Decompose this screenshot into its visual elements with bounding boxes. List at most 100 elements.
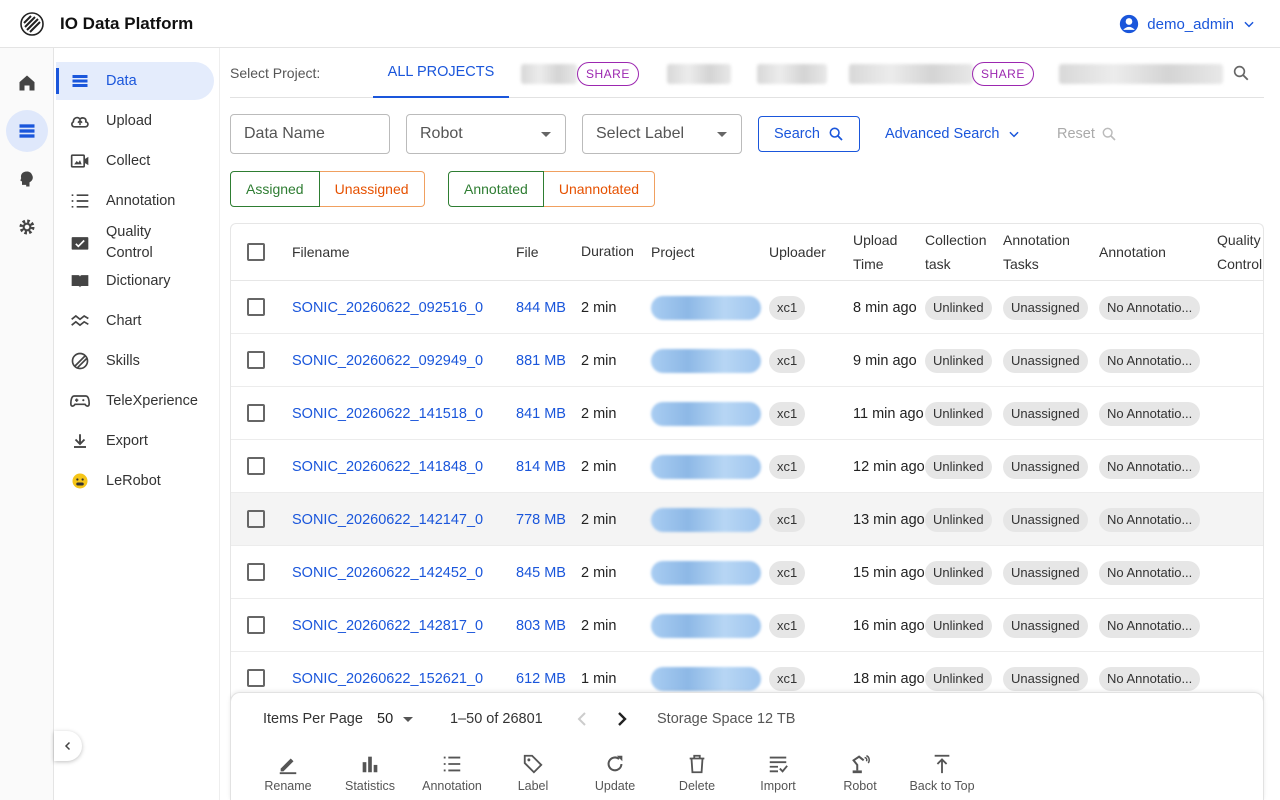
duration-cell: 2 min <box>581 299 617 316</box>
table-row[interactable]: SONIC_20260622_142147_0 778 MB 2 min xc1 13 … <box>231 493 1263 546</box>
col-filename[interactable]: Filename <box>292 240 350 264</box>
import-button[interactable]: Import <box>738 753 818 793</box>
sidebar-item-telexperience[interactable]: TeleXperience <box>56 382 214 420</box>
rail-ai[interactable] <box>6 158 48 200</box>
rail-settings[interactable] <box>6 206 48 248</box>
statistics-button[interactable]: Statistics <box>330 753 410 793</box>
col-quality-control[interactable]: Quality Control <box>1217 228 1262 276</box>
file-size-link[interactable]: 841 MB <box>516 387 566 440</box>
project-tab-redacted[interactable] <box>521 64 577 84</box>
tab-all-projects[interactable]: ALL PROJECTS <box>373 48 509 98</box>
col-annotation-tasks[interactable]: Annotation Tasks <box>1003 228 1070 276</box>
search-button[interactable]: Search <box>758 116 860 152</box>
table-row[interactable]: SONIC_20260622_142817_0 803 MB 2 min xc1 16 … <box>231 599 1263 652</box>
col-annotation[interactable]: Annotation <box>1099 240 1166 264</box>
share-badge: SHARE <box>577 62 639 86</box>
prev-page-icon[interactable] <box>574 709 590 729</box>
project-tab-redacted[interactable] <box>1059 64 1223 84</box>
next-page-icon[interactable] <box>614 709 630 729</box>
row-checkbox[interactable] <box>247 457 265 475</box>
row-checkbox[interactable] <box>247 351 265 369</box>
image-check-icon <box>70 233 90 253</box>
col-file[interactable]: File <box>516 240 539 264</box>
reset-button[interactable]: Reset <box>1057 116 1117 152</box>
filename-link[interactable]: SONIC_20260622_142817_0 <box>292 599 483 652</box>
back-to-top-button[interactable]: Back to Top <box>902 753 982 793</box>
status-chip: Unlinked <box>925 507 992 532</box>
sidebar-item-label: LeRobot <box>106 472 161 489</box>
col-uploader[interactable]: Uploader <box>769 240 826 264</box>
rail-data[interactable] <box>6 110 48 152</box>
filename-link[interactable]: SONIC_20260622_141518_0 <box>292 387 483 440</box>
col-collection-task[interactable]: Collection task <box>925 228 986 276</box>
select-all-checkbox[interactable] <box>247 243 265 261</box>
col-project[interactable]: Project <box>651 240 695 264</box>
chevron-down-icon <box>1009 131 1020 138</box>
annotation-button[interactable]: Annotation <box>412 753 492 793</box>
rename-button[interactable]: Rename <box>248 753 328 793</box>
sidebar-item-dictionary[interactable]: Dictionary <box>56 262 214 300</box>
delete-button[interactable]: Delete <box>657 753 737 793</box>
bar-chart-icon <box>362 756 378 773</box>
row-checkbox[interactable] <box>247 669 265 687</box>
unannotated-toggle[interactable]: Unannotated <box>543 171 656 207</box>
user-menu[interactable]: demo_admin <box>1119 14 1256 34</box>
checklist-icon <box>70 191 90 211</box>
row-checkbox[interactable] <box>247 616 265 634</box>
label-button[interactable]: Label <box>493 753 573 793</box>
sidebar-item-label: Quality Control <box>106 224 153 261</box>
filename-link[interactable]: SONIC_20260622_141848_0 <box>292 440 483 493</box>
col-duration[interactable]: Duration <box>581 239 634 263</box>
project-tab-redacted[interactable] <box>667 64 731 84</box>
assigned-toggle[interactable]: Assigned <box>230 171 320 207</box>
file-size-link[interactable]: 881 MB <box>516 334 566 387</box>
filename-link[interactable]: SONIC_20260622_142452_0 <box>292 546 483 599</box>
sidebar-item-annotation[interactable]: Annotation <box>56 182 214 220</box>
robot-select[interactable]: Robot <box>406 114 566 154</box>
sidebar-item-label: Skills <box>106 352 140 369</box>
sidebar-item-collect[interactable]: Collect <box>56 142 214 180</box>
annotation-tasks-cell: Unassigned <box>1003 281 1088 334</box>
data-name-input[interactable]: Data Name <box>230 114 390 154</box>
project-tab-redacted[interactable] <box>757 64 827 84</box>
items-per-page-select[interactable]: 50 <box>377 711 414 727</box>
update-button[interactable]: Update <box>575 753 655 793</box>
project-tab-redacted[interactable] <box>849 64 973 84</box>
row-checkbox[interactable] <box>247 404 265 422</box>
table-row[interactable]: SONIC_20260622_141518_0 841 MB 2 min xc1 11 … <box>231 387 1263 440</box>
table-row[interactable]: SONIC_20260622_141848_0 814 MB 2 min xc1 12 … <box>231 440 1263 493</box>
advanced-search-button[interactable]: Advanced Search <box>885 116 1021 152</box>
row-checkbox[interactable] <box>247 298 265 316</box>
sidebar-item-data[interactable]: Data <box>56 62 214 100</box>
col-upload-time[interactable]: Upload Time <box>853 228 897 276</box>
file-size-link[interactable]: 844 MB <box>516 281 566 334</box>
label-select[interactable]: Select Label <box>582 114 742 154</box>
sidebar-item-chart[interactable]: Chart <box>56 302 214 340</box>
chart-icon <box>70 311 90 331</box>
rail-home[interactable] <box>6 62 48 104</box>
duration-cell: 2 min <box>581 617 617 634</box>
annotated-toggle[interactable]: Annotated <box>448 171 544 207</box>
filename-link[interactable]: SONIC_20260622_092949_0 <box>292 334 483 387</box>
unassigned-toggle[interactable]: Unassigned <box>319 171 425 207</box>
file-size-link[interactable]: 803 MB <box>516 599 566 652</box>
robot-button[interactable]: Robot <box>820 753 900 793</box>
table-row[interactable]: SONIC_20260622_092516_0 844 MB 2 min xc1 8 m… <box>231 281 1263 334</box>
row-checkbox[interactable] <box>247 510 265 528</box>
table-row[interactable]: SONIC_20260622_092949_0 881 MB 2 min xc1 9 m… <box>231 334 1263 387</box>
file-size-link[interactable]: 814 MB <box>516 440 566 493</box>
search-icon[interactable] <box>1232 64 1250 82</box>
sidebar-item-skills[interactable]: Skills <box>56 342 214 380</box>
filename-link[interactable]: SONIC_20260622_092516_0 <box>292 281 483 334</box>
sidebar-item-lerobot[interactable]: LeRobot <box>56 462 214 500</box>
sidebar-item-upload[interactable]: Upload <box>56 102 214 140</box>
collection-task-cell: Unlinked <box>925 546 992 599</box>
filename-link[interactable]: SONIC_20260622_142147_0 <box>292 493 483 546</box>
file-size-link[interactable]: 778 MB <box>516 493 566 546</box>
sidebar-item-quality-control[interactable]: Quality Control <box>56 220 214 266</box>
sidebar-item-export[interactable]: Export <box>56 422 214 460</box>
table-row[interactable]: SONIC_20260622_142452_0 845 MB 2 min xc1 15 … <box>231 546 1263 599</box>
file-size-link[interactable]: 845 MB <box>516 546 566 599</box>
username: demo_admin <box>1147 15 1234 33</box>
row-checkbox[interactable] <box>247 563 265 581</box>
